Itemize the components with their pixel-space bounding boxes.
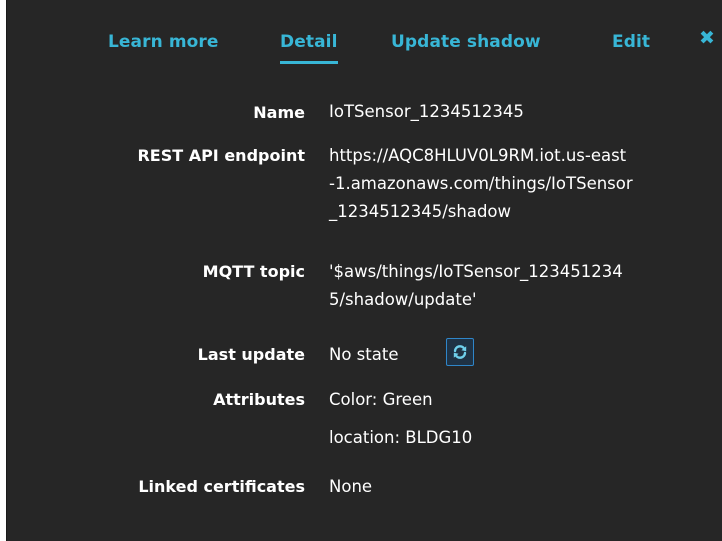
mqtt-line-1: '$aws/things/IoTSensor_123451234 bbox=[329, 262, 623, 281]
rest-api-label: REST API endpoint bbox=[137, 146, 305, 165]
name-value-text: IoTSensor_1234512345 bbox=[329, 102, 524, 121]
last-update-label: Last update bbox=[197, 345, 305, 364]
last-update-value: No state bbox=[329, 338, 719, 369]
linked-certificates-label: Linked certificates bbox=[138, 477, 305, 496]
rest-api-value: https://AQC8HLUV0L9RM.iot.us-east -1.ama… bbox=[329, 142, 719, 226]
refresh-button[interactable] bbox=[446, 338, 474, 366]
attribute-item: Color: Green bbox=[329, 390, 433, 409]
tab-edit[interactable]: Edit bbox=[612, 32, 650, 52]
name-value: IoTSensor_1234512345 bbox=[329, 98, 719, 126]
attributes-label: Attributes bbox=[213, 390, 305, 409]
tab-learn-more[interactable]: Learn more bbox=[108, 32, 219, 52]
attributes-value: Color: Green location: BLDG10 bbox=[329, 386, 719, 452]
linked-certificates-value: None bbox=[329, 473, 719, 501]
linked-certificates-text: None bbox=[329, 477, 373, 496]
tab-update-shadow[interactable]: Update shadow bbox=[391, 32, 541, 52]
rest-api-line-2: -1.amazonaws.com/things/IoTSensor bbox=[329, 174, 633, 193]
refresh-icon bbox=[453, 345, 467, 359]
rest-api-line-1: https://AQC8HLUV0L9RM.iot.us-east bbox=[329, 146, 627, 165]
tab-detail[interactable]: Detail bbox=[280, 32, 338, 64]
mqtt-value: '$aws/things/IoTSensor_123451234 5/shado… bbox=[329, 258, 719, 314]
tab-detail-label: Detail bbox=[280, 32, 338, 52]
thing-detail-panel: Learn more Detail Update shadow Edit ✖ N… bbox=[6, 0, 722, 541]
name-label: Name bbox=[253, 103, 305, 122]
rest-api-line-3: _1234512345/shadow bbox=[329, 202, 512, 221]
close-icon[interactable]: ✖ bbox=[699, 28, 717, 48]
mqtt-line-2: 5/shadow/update' bbox=[329, 290, 477, 309]
mqtt-label: MQTT topic bbox=[202, 262, 305, 281]
attribute-item: location: BLDG10 bbox=[329, 428, 473, 447]
active-tab-underline bbox=[280, 61, 338, 64]
last-update-text: No state bbox=[329, 345, 399, 364]
